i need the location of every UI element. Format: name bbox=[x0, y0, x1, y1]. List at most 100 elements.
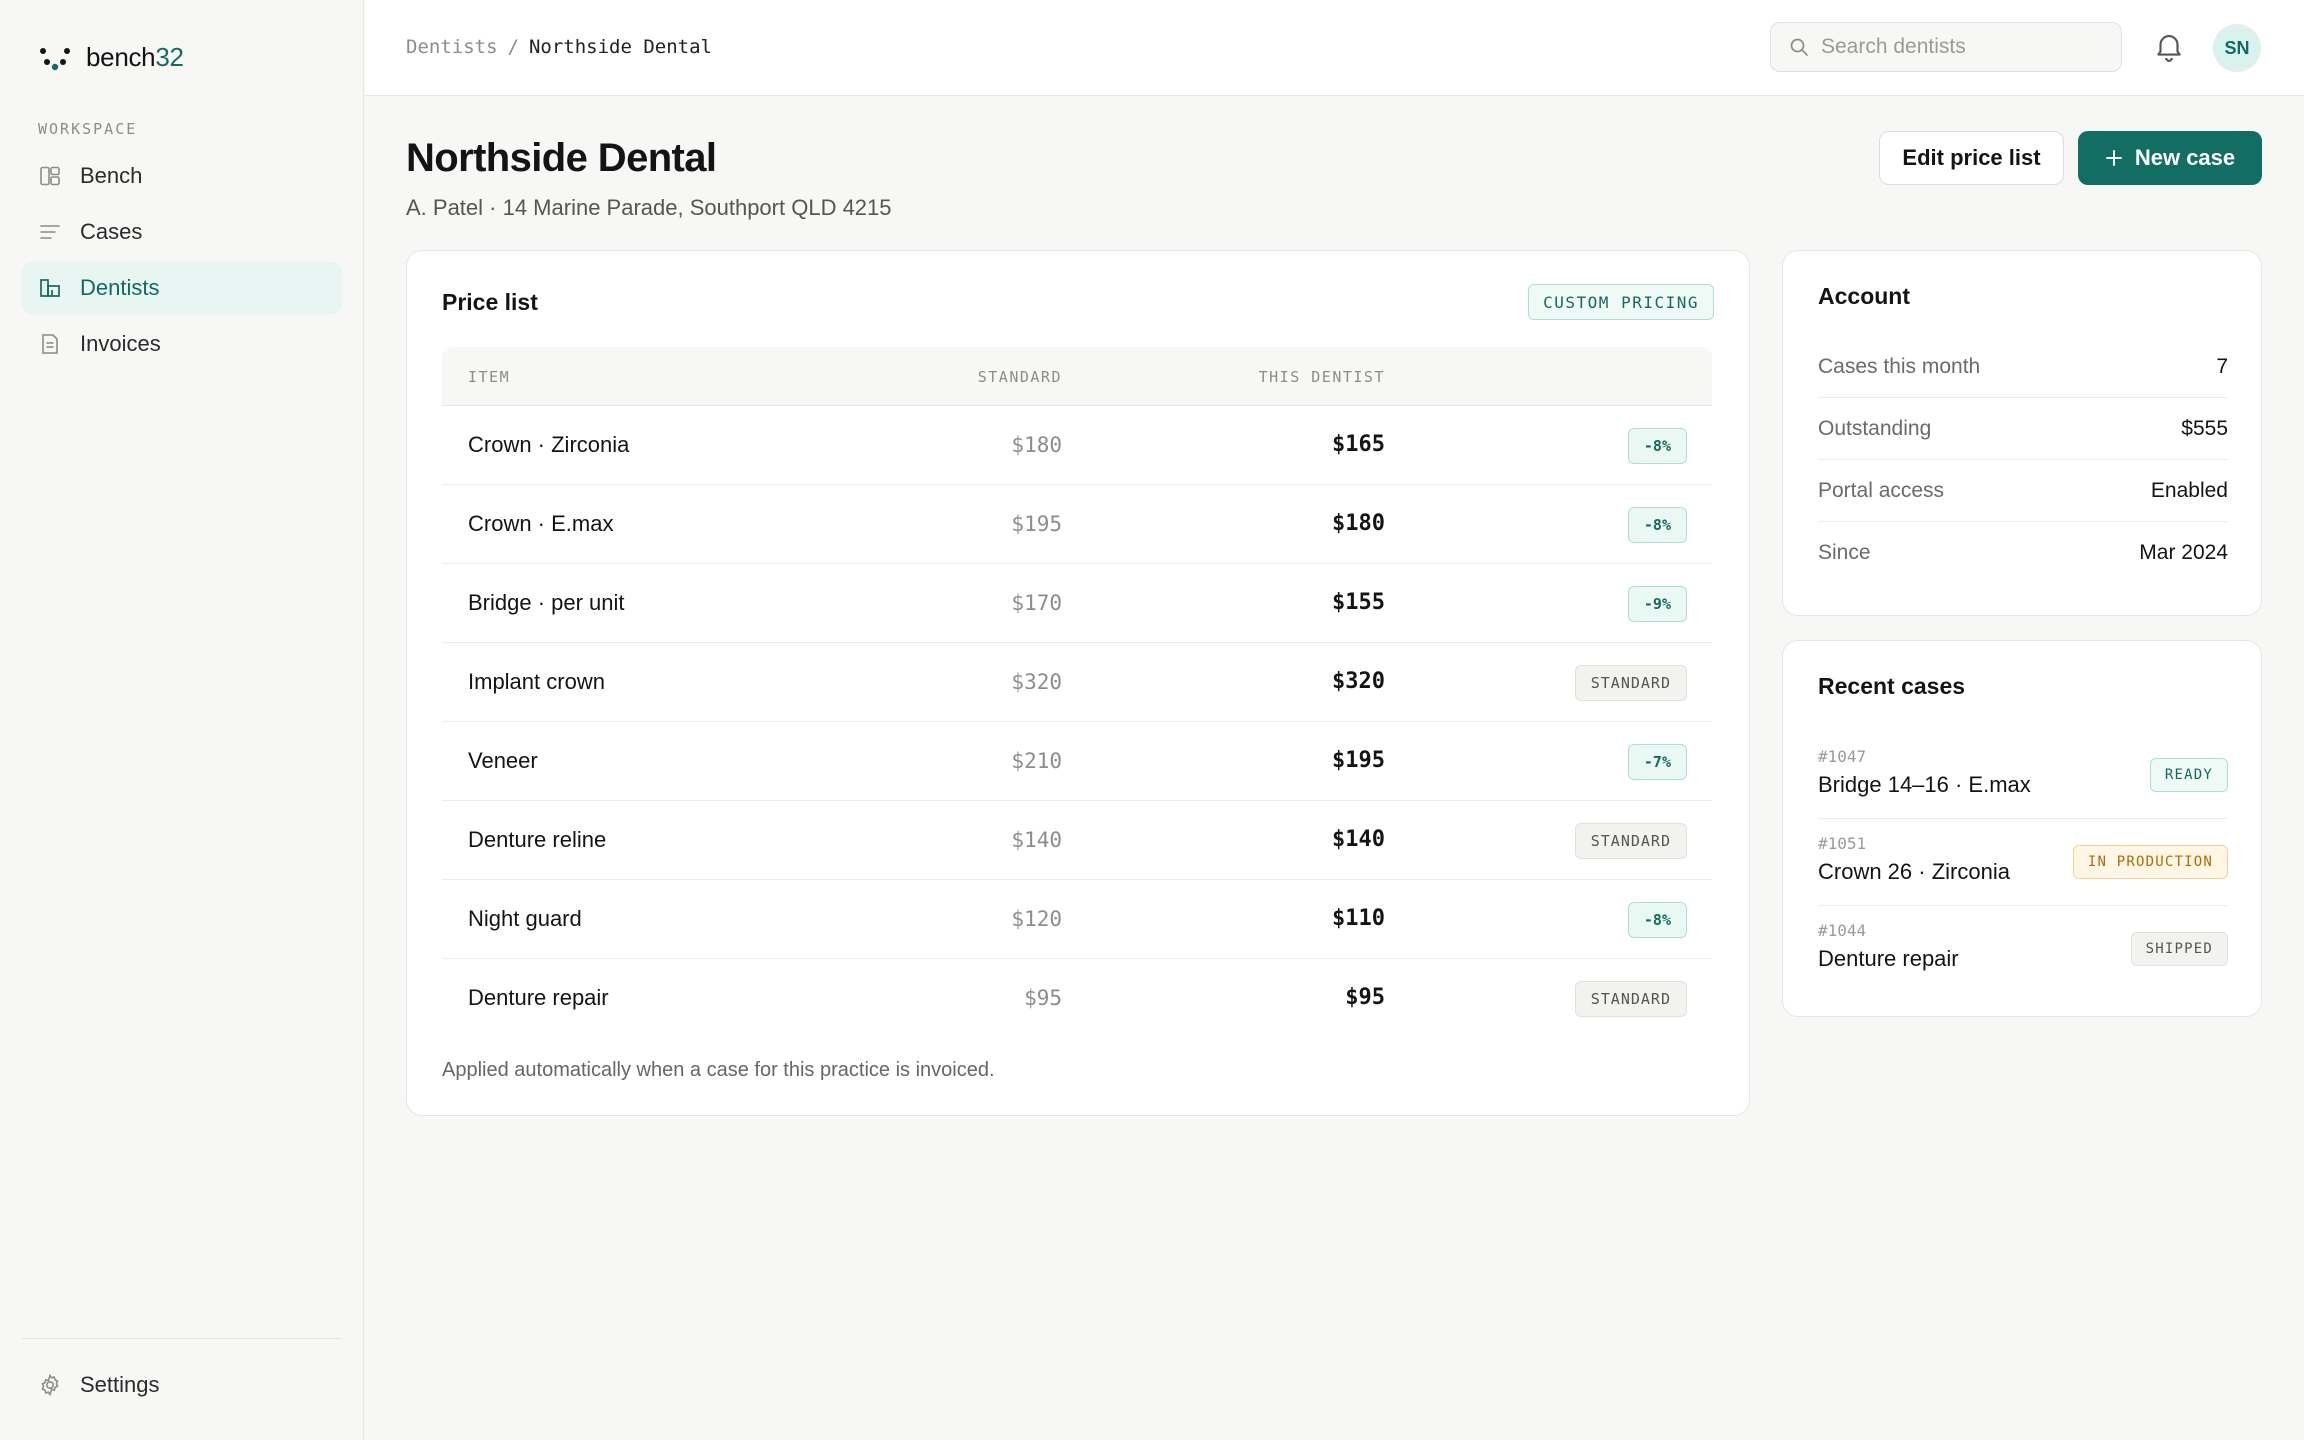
table-row[interactable]: Veneer $210 $195 -7% bbox=[442, 722, 1712, 801]
discount-badge: -7% bbox=[1627, 744, 1687, 780]
breadcrumb-separator: / bbox=[507, 36, 519, 58]
case-name: Bridge 14–16 · E.max bbox=[1818, 772, 2031, 797]
sidebar-item-settings[interactable]: Settings bbox=[22, 1359, 342, 1411]
page-subtitle: A. Patel · 14 Marine Parade, Southport Q… bbox=[406, 195, 892, 220]
account-label: Since bbox=[1818, 541, 1871, 564]
account-details: Cases this month 7 Outstanding $555 Port… bbox=[1818, 336, 2228, 584]
row-item: Crown · Zirconia bbox=[468, 432, 630, 457]
sidebar-item-label: Cases bbox=[80, 219, 143, 244]
row-item: Denture reline bbox=[468, 827, 607, 852]
column-header-this-dentist: THIS DENTIST bbox=[1258, 368, 1385, 386]
sidebar-item-label: Bench bbox=[80, 163, 143, 188]
sidebar-divider bbox=[22, 1338, 341, 1339]
row-standard-price: $210 bbox=[1011, 749, 1062, 773]
table-row[interactable]: Denture repair $95 $95 STANDARD bbox=[442, 959, 1712, 1038]
standard-badge: STANDARD bbox=[1574, 981, 1687, 1017]
bell-icon[interactable] bbox=[2152, 29, 2186, 63]
user-avatar[interactable]: SN bbox=[2213, 24, 2261, 72]
discount-badge: -8% bbox=[1627, 902, 1687, 938]
row-item: Veneer bbox=[468, 748, 538, 773]
table-row[interactable]: Crown · Zirconia $180 $165 -8% bbox=[442, 406, 1712, 485]
account-label: Portal access bbox=[1818, 478, 1945, 502]
row-item: Implant crown bbox=[468, 669, 605, 694]
row-standard-price: $95 bbox=[1024, 986, 1062, 1010]
account-label: Cases this month bbox=[1818, 354, 1981, 378]
lines-icon bbox=[40, 225, 60, 239]
workspace-section-label: WORKSPACE bbox=[38, 120, 138, 138]
row-standard-price: $140 bbox=[1011, 828, 1062, 852]
account-row-cases-this-month: Cases this month 7 bbox=[1818, 336, 2228, 398]
status-badge: READY bbox=[2149, 758, 2228, 792]
recent-case-item[interactable]: #1044 Denture repair SHIPPED bbox=[1818, 906, 2228, 993]
recent-cases-card: Recent cases #1047 Bridge 14–16 · E.max … bbox=[1782, 640, 2262, 1017]
discount-badge: -8% bbox=[1627, 428, 1687, 464]
case-number: #1051 bbox=[1818, 834, 1867, 853]
row-dentist-price: $140 bbox=[1332, 827, 1385, 852]
column-header-item: ITEM bbox=[468, 368, 511, 386]
search-icon bbox=[1790, 38, 1808, 56]
building-icon bbox=[40, 279, 60, 297]
sidebar-item-invoices[interactable]: Invoices bbox=[22, 318, 342, 370]
breadcrumb-parent[interactable]: Dentists bbox=[406, 36, 498, 58]
recent-cases-list: #1047 Bridge 14–16 · E.max READY #1051 C… bbox=[1818, 732, 2228, 993]
account-card: Account Cases this month 7 Outstanding $… bbox=[1782, 250, 2262, 616]
document-icon bbox=[42, 334, 58, 354]
status-badge: SHIPPED bbox=[2130, 932, 2228, 966]
account-row-since: Since Mar 2024 bbox=[1818, 522, 2228, 584]
case-name: Denture repair bbox=[1818, 946, 1959, 971]
table-row[interactable]: Implant crown $320 $320 STANDARD bbox=[442, 643, 1712, 722]
discount-badge: -8% bbox=[1627, 507, 1687, 543]
top-bar: Dentists / Northside Dental SN bbox=[365, 0, 2304, 96]
case-number: #1047 bbox=[1818, 747, 1867, 766]
search-box bbox=[1770, 22, 2122, 72]
new-case-button[interactable]: New case bbox=[2078, 131, 2262, 185]
recent-case-item[interactable]: #1051 Crown 26 · Zirconia IN PRODUCTION bbox=[1818, 819, 2228, 906]
table-row[interactable]: Crown · E.max $195 $180 -8% bbox=[442, 485, 1712, 564]
row-standard-price: $170 bbox=[1011, 591, 1062, 615]
recent-cases-title: Recent cases bbox=[1818, 673, 1966, 699]
account-row-portal-access: Portal access Enabled bbox=[1818, 460, 2228, 522]
table-row[interactable]: Bridge · per unit $170 $155 -9% bbox=[442, 564, 1712, 643]
case-name: Crown 26 · Zirconia bbox=[1818, 859, 2010, 884]
recent-case-item[interactable]: #1047 Bridge 14–16 · E.max READY bbox=[1818, 732, 2228, 819]
layout-icon bbox=[40, 166, 60, 186]
price-list-card: Price list CUSTOM PRICING ITEM STANDARD … bbox=[406, 250, 1750, 1116]
breadcrumb: Dentists / Northside Dental bbox=[406, 36, 712, 58]
account-value: Enabled bbox=[2150, 478, 2228, 502]
table-row[interactable]: Denture reline $140 $140 STANDARD bbox=[442, 801, 1712, 880]
custom-pricing-badge: CUSTOM PRICING bbox=[1528, 284, 1714, 320]
account-value: 7 bbox=[2216, 354, 2228, 378]
case-number: #1044 bbox=[1818, 921, 1867, 940]
account-value: $555 bbox=[2181, 416, 2228, 440]
row-dentist-price: $320 bbox=[1332, 669, 1385, 694]
price-table: ITEM STANDARD THIS DENTIST Crown · Zirco… bbox=[442, 347, 1712, 1038]
sidebar-item-label: Dentists bbox=[80, 275, 160, 300]
row-dentist-price: $165 bbox=[1332, 432, 1385, 457]
edit-price-list-button[interactable]: Edit price list bbox=[1879, 131, 2064, 185]
row-standard-price: $195 bbox=[1011, 512, 1062, 536]
row-dentist-price: $195 bbox=[1332, 748, 1385, 773]
price-list-title: Price list bbox=[442, 289, 538, 315]
row-standard-price: $180 bbox=[1011, 433, 1062, 457]
row-item: Night guard bbox=[468, 906, 582, 931]
row-item: Denture repair bbox=[468, 985, 609, 1010]
sidebar-item-cases[interactable]: Cases bbox=[22, 206, 342, 258]
brand-name: bench32 bbox=[86, 42, 184, 72]
standard-badge: STANDARD bbox=[1574, 823, 1687, 859]
sidebar-item-dentists[interactable]: Dentists bbox=[22, 262, 342, 314]
account-title: Account bbox=[1818, 283, 1910, 309]
row-item: Crown · E.max bbox=[468, 511, 614, 536]
sidebar-item-bench[interactable]: Bench bbox=[22, 150, 342, 202]
search-input[interactable] bbox=[1821, 35, 2101, 59]
gear-icon bbox=[41, 1373, 59, 1397]
plus-icon bbox=[2105, 150, 2122, 166]
page-title: Northside Dental bbox=[406, 136, 717, 180]
brand-logo[interactable]: bench32 bbox=[38, 42, 184, 73]
sidebar-item-label: Settings bbox=[80, 1372, 160, 1397]
column-header-standard: STANDARD bbox=[977, 368, 1062, 386]
row-standard-price: $320 bbox=[1011, 670, 1062, 694]
sidebar: bench32 WORKSPACE Bench Cases Dentists I… bbox=[0, 0, 364, 1440]
sidebar-item-label: Invoices bbox=[80, 331, 161, 356]
table-row[interactable]: Night guard $120 $110 -8% bbox=[442, 880, 1712, 959]
sidebar-nav: Bench Cases Dentists Invoices bbox=[22, 150, 342, 374]
